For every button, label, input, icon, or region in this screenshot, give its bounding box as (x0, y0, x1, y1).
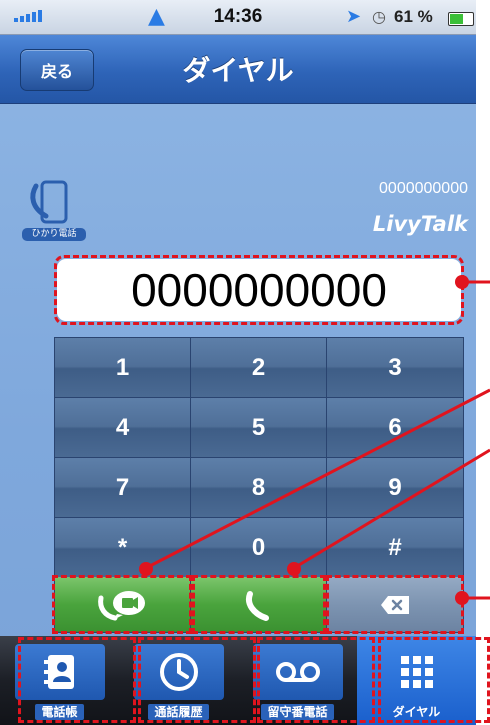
key-9[interactable]: 9 (327, 458, 463, 518)
brand-logo: LivyTalk (372, 212, 468, 236)
dial-number-display[interactable]: 0000000000 (57, 259, 461, 321)
key-3[interactable]: 3 (327, 338, 463, 398)
call-actions (54, 577, 464, 633)
phone-icon (245, 590, 269, 621)
annotation-dot (455, 591, 469, 605)
key-0[interactable]: 0 (191, 518, 327, 578)
alarm-icon: ◷ (372, 7, 386, 26)
phone-screen: ▲ 14:36 ➤ ◷ 61 % 戻る ダイヤル ひかり電話 000000000… (0, 0, 476, 725)
tab-label: 留守番電話 (261, 704, 334, 720)
key-4[interactable]: 4 (55, 398, 191, 458)
location-icon: ➤ (346, 6, 362, 27)
tab-bar: 電話帳 通話履歴 留守番電話 ダイヤル (0, 636, 476, 725)
key-6[interactable]: 6 (327, 398, 463, 458)
clock-icon (159, 653, 198, 691)
voicemail-icon (275, 662, 320, 682)
key-2[interactable]: 2 (191, 338, 327, 398)
status-bar: ▲ 14:36 ➤ ◷ 61 % (0, 0, 476, 35)
annotation-dot (139, 562, 153, 576)
key-hash[interactable]: # (327, 518, 463, 578)
contacts-icon (43, 655, 74, 689)
annotation-dot (455, 275, 469, 289)
tab-label: ダイヤル (392, 705, 441, 719)
tab-label: 電話帳 (35, 704, 84, 720)
keypad-icon (400, 656, 433, 688)
tab-call-history[interactable]: 通話履歴 (119, 636, 238, 725)
tab-dial[interactable]: ダイヤル (357, 636, 476, 725)
dial-keypad: 1 2 3 4 5 6 7 8 9 * 0 # (54, 337, 464, 579)
hikari-label: ひかり電話 (22, 228, 86, 241)
delete-button[interactable] (327, 577, 463, 632)
video-call-icon (97, 590, 145, 620)
backspace-icon (381, 595, 409, 614)
page-title: ダイヤル (182, 54, 294, 87)
voice-call-button[interactable] (191, 577, 327, 632)
key-star[interactable]: * (55, 518, 191, 578)
navigation-bar: 戻る ダイヤル (0, 35, 476, 104)
key-8[interactable]: 8 (191, 458, 327, 518)
key-7[interactable]: 7 (55, 458, 191, 518)
annotation-dot (287, 562, 301, 576)
tab-contacts[interactable]: 電話帳 (0, 636, 119, 725)
hikari-phone-logo: ひかり電話 (22, 178, 86, 244)
battery-percent: 61 % (394, 7, 433, 26)
key-5[interactable]: 5 (191, 398, 327, 458)
phone-handset-icon (30, 180, 68, 224)
tab-label: 通話履歴 (148, 704, 209, 720)
key-1[interactable]: 1 (55, 338, 191, 398)
tab-voicemail[interactable]: 留守番電話 (238, 636, 357, 725)
own-number: 0000000000 (379, 180, 468, 197)
video-call-button[interactable] (55, 577, 191, 632)
battery-icon (448, 12, 474, 26)
